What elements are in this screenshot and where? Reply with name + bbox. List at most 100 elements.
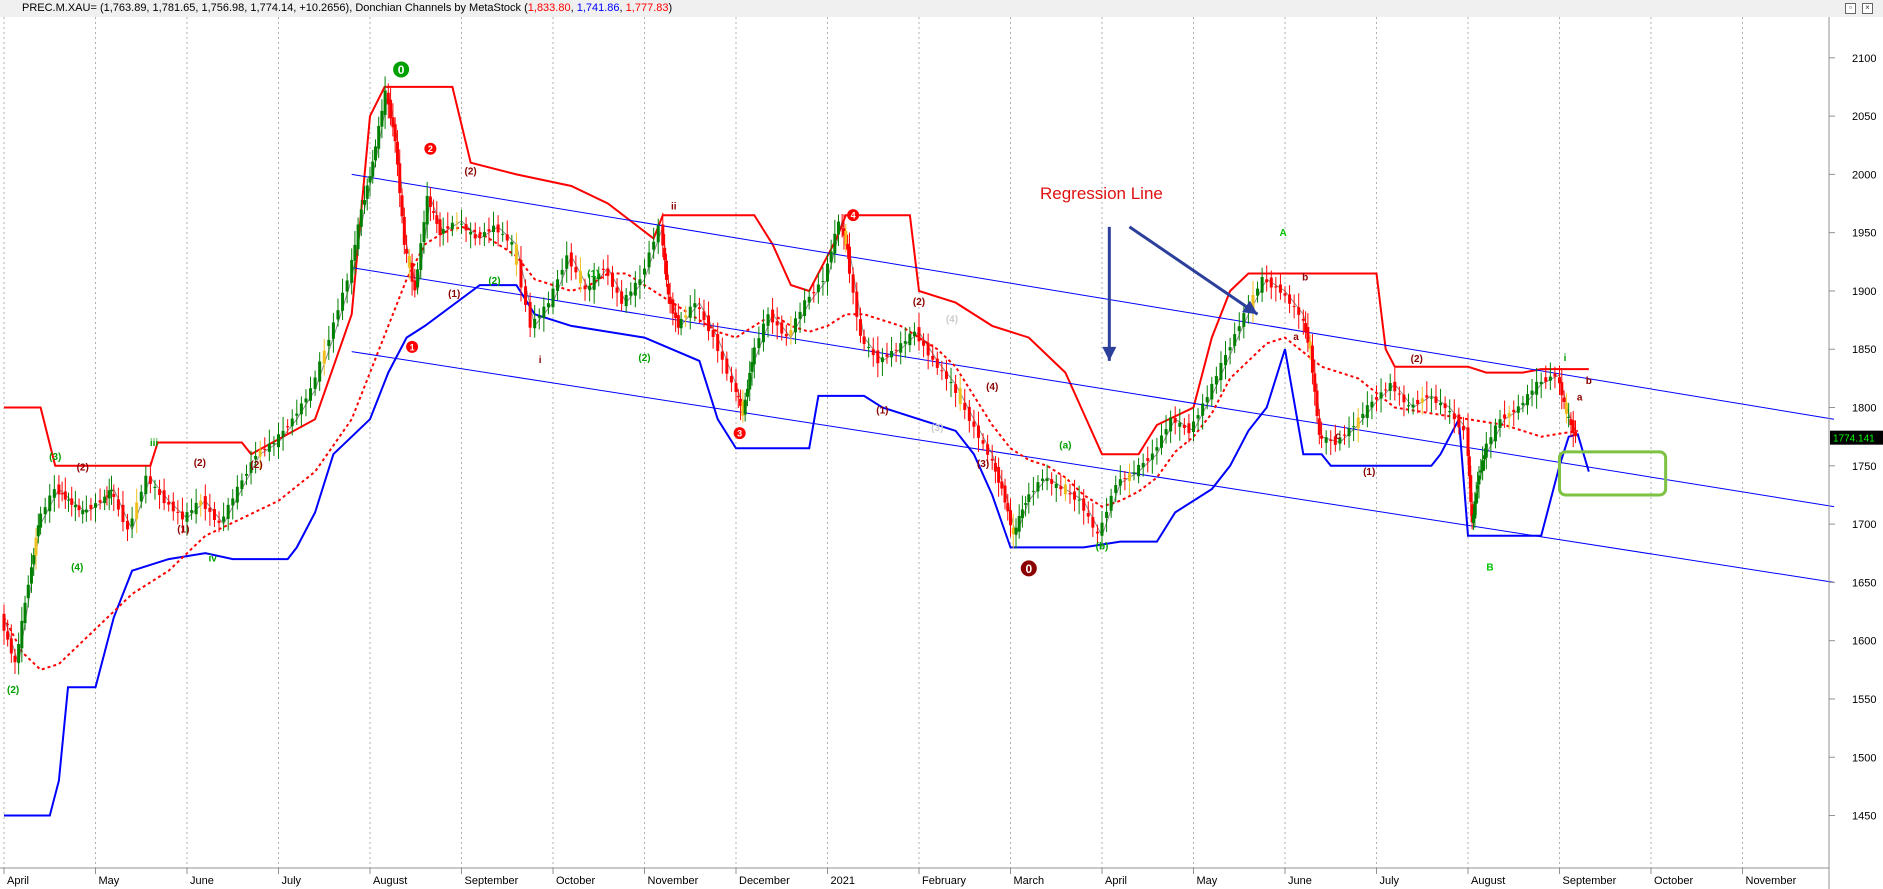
candle-body <box>1516 406 1520 413</box>
candle-body <box>1011 527 1015 535</box>
candle-body <box>1224 355 1228 366</box>
candle-body <box>272 443 276 445</box>
candle-body <box>949 381 953 384</box>
candle-body <box>940 370 944 372</box>
candle-body <box>371 161 375 177</box>
wave-label: b <box>1302 272 1308 283</box>
candle-body <box>1320 435 1324 439</box>
candle-body <box>226 504 230 519</box>
candle-body <box>533 318 537 329</box>
candle-body <box>1210 383 1214 400</box>
candle-body <box>1489 437 1493 445</box>
x-tick-label: July <box>282 875 302 887</box>
candle-body <box>1564 402 1568 414</box>
candle-body <box>922 340 926 346</box>
x-tick-label: March <box>1014 875 1045 887</box>
wave-label: b <box>1586 376 1592 387</box>
candle-body <box>926 342 930 356</box>
candle-body <box>1567 416 1571 419</box>
candle-body <box>222 516 226 522</box>
candle-body <box>103 496 107 504</box>
candle-body <box>1461 426 1465 431</box>
candle-body <box>1425 395 1429 398</box>
candle-body <box>1301 318 1305 321</box>
candle-body <box>290 418 294 427</box>
candle-body <box>167 501 171 505</box>
candle-body <box>199 500 203 506</box>
candle-body <box>438 219 442 235</box>
price-chart: (3)(2)iii(2)(1)iv(4)(2)(2)(2)(1)(2)(1)(2… <box>0 17 1883 889</box>
candle-body <box>601 268 605 270</box>
candle-body <box>729 376 733 383</box>
candle-body <box>1059 486 1063 490</box>
regression-line-label: Regression Line <box>1040 184 1163 203</box>
candle-body <box>63 491 67 500</box>
chart-title-bar: PREC.M.XAU= (1,763.89, 1,781.65, 1,756.9… <box>0 0 1883 18</box>
candle-body <box>537 315 541 318</box>
candle-body <box>39 513 43 528</box>
dc-upper-value: 1,833.80 <box>527 2 571 14</box>
candle-body <box>1574 432 1578 437</box>
candle-body <box>1027 494 1031 502</box>
candle-body <box>327 339 331 347</box>
candle-body <box>967 406 971 421</box>
wave-label: (2) <box>7 685 19 696</box>
candle-body <box>395 141 399 165</box>
candle-body <box>410 262 414 282</box>
wave-label: (2) <box>194 458 206 469</box>
candle-body <box>1020 509 1024 519</box>
candle-body <box>1219 362 1223 381</box>
candle-body <box>1448 411 1452 413</box>
candle-body <box>976 425 980 438</box>
candle-body <box>244 473 248 476</box>
candle-body <box>847 246 851 274</box>
y-tick-label: 1550 <box>1852 694 1876 706</box>
candle-body <box>693 303 697 308</box>
candle-body <box>482 232 486 237</box>
candle-body <box>26 584 30 599</box>
candle-body <box>148 476 152 484</box>
candle-body <box>1407 405 1411 407</box>
candle-body <box>496 224 500 233</box>
wave-label: (3) <box>977 459 989 470</box>
y-tick-label: 1500 <box>1852 752 1876 764</box>
candle-body <box>254 455 258 460</box>
candle-body <box>365 185 369 199</box>
candle-body <box>1503 414 1507 419</box>
candle-body <box>73 504 77 508</box>
candle-body <box>32 554 36 565</box>
candle-body <box>1356 417 1360 429</box>
candle-body <box>661 224 665 246</box>
candle-body <box>1196 415 1200 419</box>
candle-body <box>1530 390 1534 395</box>
candle-body <box>1548 376 1552 381</box>
wave-label: (3) <box>931 423 943 434</box>
candle-body <box>565 255 569 269</box>
candle-body <box>1317 418 1321 435</box>
candle-body <box>1036 482 1040 492</box>
candle-body <box>1137 464 1141 477</box>
candle-body <box>208 507 212 512</box>
candle-body <box>1388 383 1392 391</box>
candle-body <box>789 330 793 336</box>
candle-body <box>1017 515 1021 532</box>
candle-body <box>1205 397 1209 403</box>
candle-body <box>1553 373 1557 377</box>
candle-body <box>98 500 102 503</box>
candle-body <box>313 377 317 389</box>
candle-body <box>441 229 445 234</box>
candle-body <box>89 504 93 509</box>
candle-body <box>1127 472 1131 481</box>
candle-body <box>986 444 990 455</box>
candle-body <box>1535 381 1539 395</box>
candle-body <box>1256 288 1260 296</box>
candle-body <box>1169 417 1173 432</box>
restore-icon[interactable]: ▫ <box>1845 3 1856 14</box>
candle-body <box>1132 472 1136 474</box>
y-tick-label: 1650 <box>1852 577 1876 589</box>
close-icon[interactable]: × <box>1862 3 1873 14</box>
candle-body <box>304 398 308 403</box>
candle-body <box>935 358 939 368</box>
candle-body <box>560 269 564 275</box>
candle-body <box>377 125 381 149</box>
